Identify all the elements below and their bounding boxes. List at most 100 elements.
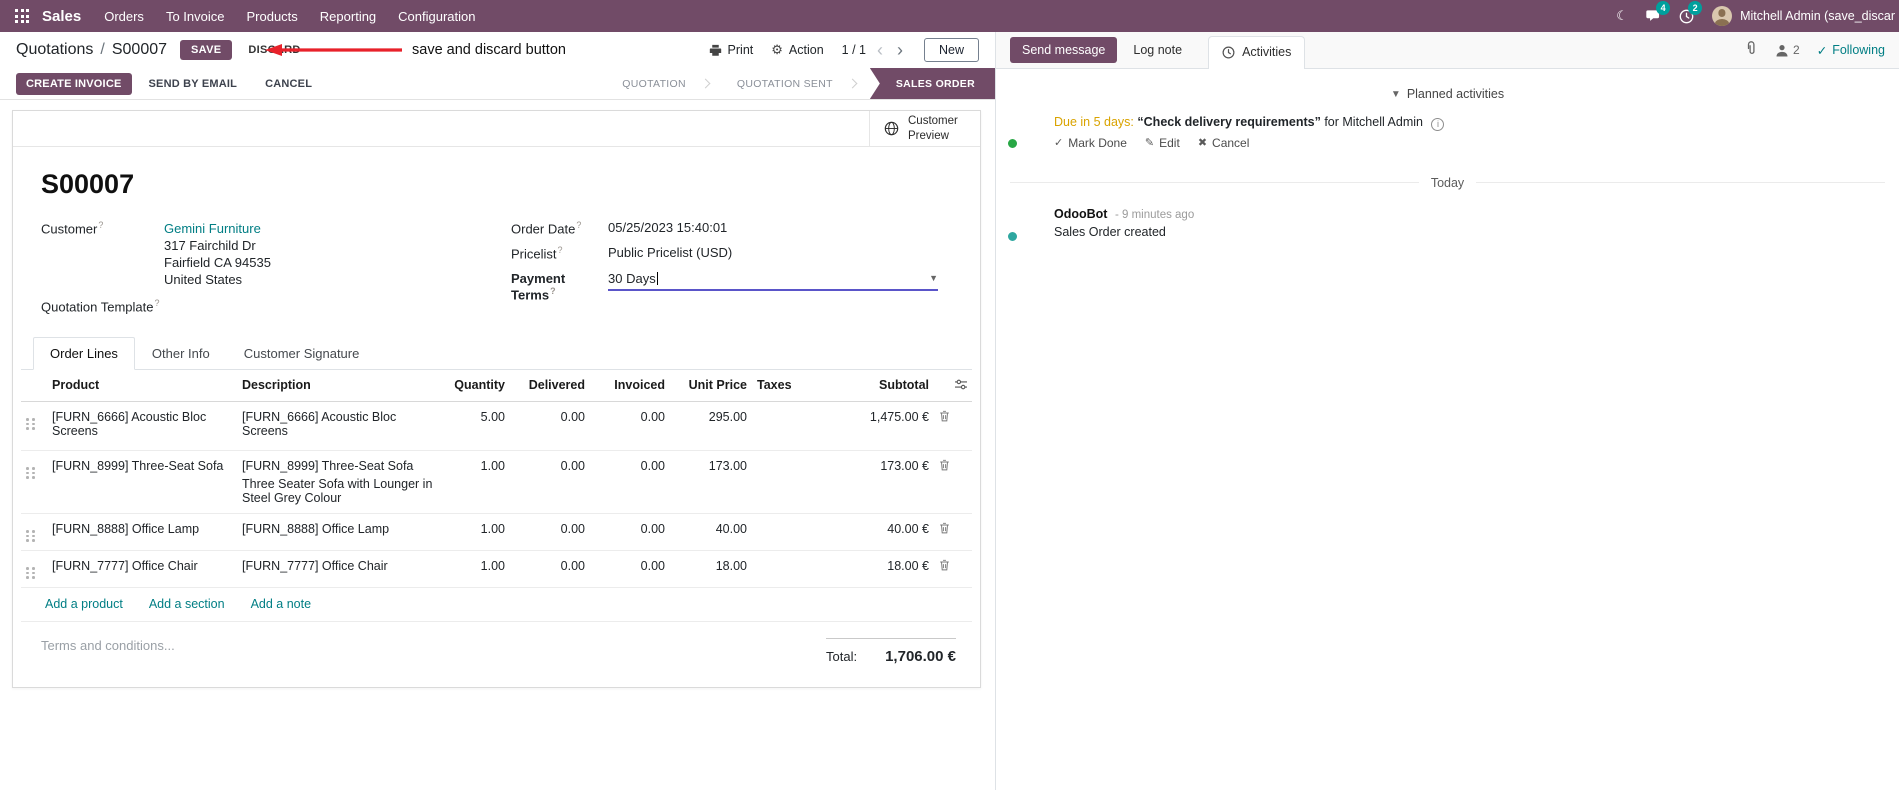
attachment-icon[interactable] bbox=[1745, 41, 1758, 59]
discard-button[interactable]: DISCARD bbox=[240, 40, 308, 60]
quantity-cell[interactable]: 1.00 bbox=[440, 550, 510, 588]
description-cell[interactable]: [FURN_8888] Office Lamp bbox=[237, 513, 440, 551]
dropdown-caret-icon[interactable]: ▼ bbox=[929, 273, 938, 283]
add-product-link[interactable]: Add a product bbox=[45, 597, 123, 611]
pager-count: 1 / 1 bbox=[841, 43, 866, 57]
product-cell[interactable]: [FURN_6666] Acoustic Bloc Screens bbox=[47, 401, 237, 451]
followers-button[interactable]: 2 bbox=[1775, 43, 1800, 57]
menu-reporting[interactable]: Reporting bbox=[309, 0, 387, 32]
send-message-button[interactable]: Send message bbox=[1010, 37, 1118, 63]
date-divider: Today bbox=[1010, 176, 1885, 190]
menu-orders[interactable]: Orders bbox=[93, 0, 155, 32]
order-line-row: [FURN_8999] Three-Seat Sofa [FURN_8999] … bbox=[21, 450, 972, 514]
unit-price-cell[interactable]: 40.00 bbox=[670, 513, 752, 551]
delivered-cell[interactable]: 0.00 bbox=[510, 513, 590, 551]
pager-next-icon[interactable]: › bbox=[894, 41, 906, 59]
activity-due: Due in 5 days: bbox=[1054, 115, 1134, 129]
add-section-link[interactable]: Add a section bbox=[149, 597, 225, 611]
description-cell[interactable]: [FURN_7777] Office Chair bbox=[237, 550, 440, 588]
customer-preview-button[interactable]: Customer Preview bbox=[869, 111, 980, 146]
payment-terms-label: Payment Terms? bbox=[511, 270, 566, 302]
product-cell[interactable]: [FURN_8999] Three-Seat Sofa bbox=[47, 450, 237, 514]
unit-price-cell[interactable]: 295.00 bbox=[670, 401, 752, 451]
quantity-cell[interactable]: 1.00 bbox=[440, 450, 510, 514]
planned-activities-header[interactable]: ▼ Planned activities bbox=[996, 87, 1899, 101]
pager-prev-icon[interactable]: ‹ bbox=[874, 41, 886, 59]
pricelist-field[interactable]: Public Pricelist (USD) bbox=[608, 245, 732, 260]
stage-quotation[interactable]: QUOTATION bbox=[608, 68, 723, 99]
invoiced-cell[interactable]: 0.00 bbox=[590, 550, 670, 588]
delete-line-icon[interactable] bbox=[939, 559, 950, 574]
quantity-cell[interactable]: 5.00 bbox=[440, 401, 510, 451]
send-by-email-button[interactable]: SEND BY EMAIL bbox=[138, 73, 249, 95]
product-cell[interactable]: [FURN_7777] Office Chair bbox=[47, 550, 237, 588]
delivered-cell[interactable]: 0.00 bbox=[510, 401, 590, 451]
order-date-field[interactable]: 05/25/2023 15:40:01 bbox=[608, 220, 727, 235]
new-button[interactable]: New bbox=[923, 38, 979, 62]
drag-handle-icon[interactable] bbox=[26, 464, 35, 479]
taxes-cell[interactable] bbox=[752, 401, 838, 451]
messages-icon[interactable]: 4 bbox=[1638, 0, 1671, 32]
taxes-cell[interactable] bbox=[752, 450, 838, 514]
dark-mode-moon-icon[interactable]: ☾ bbox=[1606, 0, 1638, 32]
unit-price-cell[interactable]: 173.00 bbox=[670, 450, 752, 514]
invoiced-cell[interactable]: 0.00 bbox=[590, 401, 670, 451]
delete-line-icon[interactable] bbox=[939, 522, 950, 537]
taxes-cell[interactable] bbox=[752, 550, 838, 588]
description-cell[interactable]: [FURN_8999] Three-Seat Sofa Three Seater … bbox=[237, 450, 440, 514]
annotation: save and discard button bbox=[264, 32, 566, 68]
drag-handle-icon[interactable] bbox=[26, 564, 35, 579]
optional-columns-icon[interactable] bbox=[955, 378, 967, 393]
payment-terms-value: 30 Days bbox=[608, 270, 656, 286]
breadcrumb-quotations[interactable]: Quotations bbox=[16, 41, 93, 59]
drag-handle-icon[interactable] bbox=[26, 527, 35, 542]
tab-other-info[interactable]: Other Info bbox=[135, 337, 227, 370]
unit-price-cell[interactable]: 18.00 bbox=[670, 550, 752, 588]
customer-link[interactable]: Gemini Furniture bbox=[164, 220, 271, 237]
activities-clock-icon[interactable]: 2 bbox=[1670, 0, 1703, 32]
taxes-cell[interactable] bbox=[752, 513, 838, 551]
add-note-link[interactable]: Add a note bbox=[251, 597, 311, 611]
terms-placeholder[interactable]: Terms and conditions... bbox=[41, 638, 175, 653]
clock-icon bbox=[1222, 46, 1235, 58]
check-icon: ✓ bbox=[1816, 43, 1828, 58]
activity-state-icon bbox=[1006, 137, 1019, 150]
handle-column-header bbox=[21, 369, 47, 402]
drag-handle-icon[interactable] bbox=[26, 415, 35, 430]
customer-address-line1: 317 Fairchild Dr bbox=[164, 238, 256, 254]
delivered-cell[interactable]: 0.00 bbox=[510, 550, 590, 588]
stage-sales-order[interactable]: SALES ORDER bbox=[869, 68, 995, 99]
delivered-cell[interactable]: 0.00 bbox=[510, 450, 590, 514]
user-menu[interactable]: Mitchell Admin (save_discar bbox=[1702, 6, 1899, 26]
tab-order-lines[interactable]: Order Lines bbox=[33, 336, 135, 370]
invoiced-cell[interactable]: 0.00 bbox=[590, 450, 670, 514]
save-button[interactable]: SAVE bbox=[180, 40, 233, 60]
tab-customer-signature[interactable]: Customer Signature bbox=[227, 337, 377, 370]
payment-terms-field[interactable]: 30 Days ▼ bbox=[608, 271, 938, 291]
delete-line-icon[interactable] bbox=[939, 459, 950, 474]
tab-activities[interactable]: Activities bbox=[1208, 36, 1306, 69]
action-button[interactable]: ⚙ Action bbox=[771, 42, 823, 58]
apps-grid-icon[interactable] bbox=[8, 0, 36, 32]
mark-done-button[interactable]: ✓ Mark Done bbox=[1054, 134, 1127, 152]
edit-activity-button[interactable]: ✎ Edit bbox=[1145, 134, 1180, 152]
app-name[interactable]: Sales bbox=[42, 8, 81, 25]
menu-products[interactable]: Products bbox=[235, 0, 308, 32]
info-icon[interactable]: i bbox=[1431, 118, 1445, 132]
message-author[interactable]: OdooBot bbox=[1054, 207, 1107, 221]
log-note-button[interactable]: Log note bbox=[1133, 43, 1182, 57]
following-button[interactable]: ✓ Following bbox=[1817, 43, 1885, 58]
menu-to-invoice[interactable]: To Invoice bbox=[155, 0, 236, 32]
cancel-activity-button[interactable]: ✖ Cancel bbox=[1198, 134, 1250, 152]
stage-quotation-sent[interactable]: QUOTATION SENT bbox=[723, 68, 870, 99]
menu-configuration[interactable]: Configuration bbox=[387, 0, 486, 32]
product-cell[interactable]: [FURN_8888] Office Lamp bbox=[47, 513, 237, 551]
delete-line-icon[interactable] bbox=[939, 410, 950, 425]
invoiced-cell[interactable]: 0.00 bbox=[590, 513, 670, 551]
quantity-cell[interactable]: 1.00 bbox=[440, 513, 510, 551]
customer-field-value: Gemini Furniture 317 Fairchild Dr Fairfi… bbox=[164, 220, 271, 289]
create-invoice-button[interactable]: CREATE INVOICE bbox=[16, 72, 132, 95]
print-button[interactable]: Print bbox=[709, 43, 753, 57]
description-cell[interactable]: [FURN_6666] Acoustic Bloc Screens bbox=[237, 401, 440, 451]
cancel-button[interactable]: CANCEL bbox=[254, 73, 323, 95]
